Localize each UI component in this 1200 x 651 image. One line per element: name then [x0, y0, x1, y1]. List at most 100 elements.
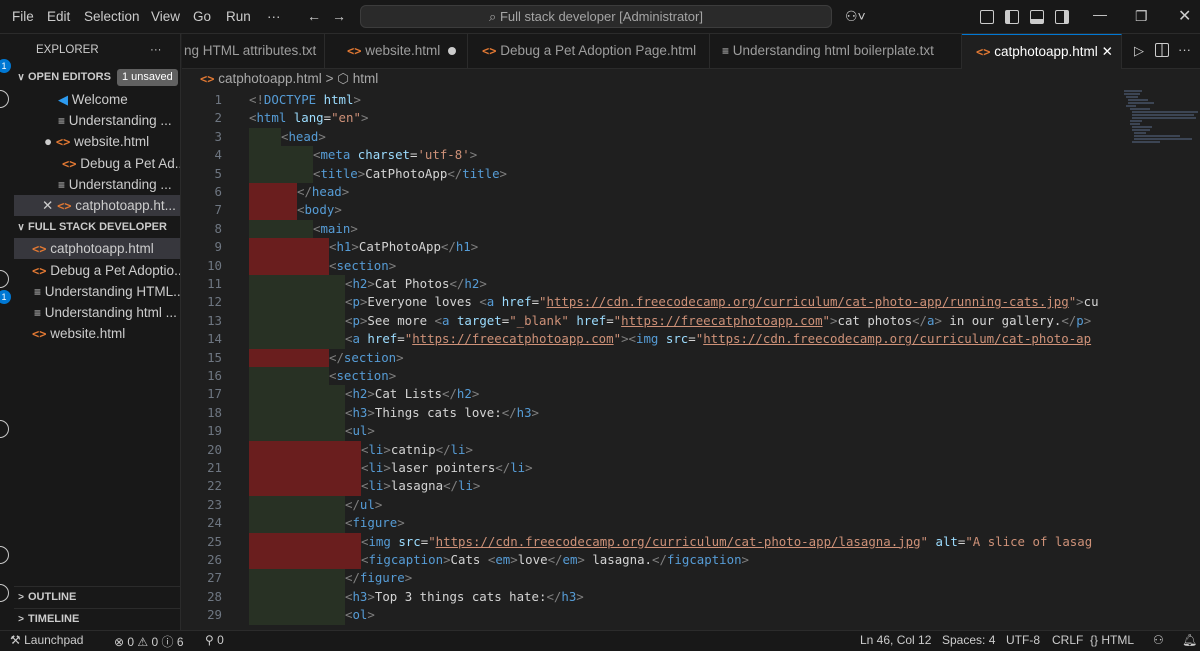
code-line[interactable]: 9 <h1>CatPhotoApp</h1> [182, 238, 1120, 257]
code-line[interactable]: 5 <title>CatPhotoApp</title> [182, 164, 1120, 183]
menu-more[interactable]: ··· [267, 9, 281, 24]
launchpad-label: Launchpad [24, 633, 84, 647]
menu-view[interactable]: View [151, 9, 180, 24]
split-editor-icon[interactable] [1155, 43, 1169, 57]
tab-catphotoapp[interactable]: <> catphotoapp.html ✕ [962, 34, 1122, 69]
code-line[interactable]: 4 <meta charset='utf-8'> [182, 146, 1120, 165]
minimize-icon[interactable]: — [1093, 6, 1107, 22]
code-line[interactable]: 11 <h2>Cat Photos</h2> [182, 275, 1120, 294]
open-editor-item[interactable]: ◀ Welcome [14, 89, 180, 110]
language-mode[interactable]: {} HTML [1090, 633, 1134, 647]
code-line[interactable]: 25 <img src="https://cdn.freecodecamp.org… [182, 532, 1120, 551]
open-editor-item[interactable]: ● <> website.html [14, 131, 180, 152]
code-line[interactable]: 24 <figure> [182, 514, 1120, 533]
toggle-primary-sidebar-icon[interactable] [1005, 10, 1019, 24]
account-activity-icon[interactable] [0, 546, 9, 564]
explorer-title: EXPLORER ··· [14, 40, 180, 61]
close-window-icon[interactable]: ✕ [1178, 6, 1191, 26]
code-line[interactable]: 17 <h2>Cat Lists</h2> [182, 385, 1120, 404]
code-line[interactable]: 26 <figcaption>Cats <em>love</em> lasagna… [182, 551, 1120, 570]
command-center[interactable]: ⌕ Full stack developer [Administrator] [360, 5, 832, 28]
minimap[interactable] [1120, 89, 1200, 630]
tab-html-attributes[interactable]: ng HTML attributes.txt [182, 34, 325, 69]
code-line[interactable]: 19 <ul> [182, 422, 1120, 441]
toggle-panel-icon[interactable] [1030, 10, 1044, 24]
tab-label: Understanding html boilerplate.txt [732, 43, 934, 58]
open-editor-item-active[interactable]: ✕ <> catphotoapp.ht... [14, 195, 180, 216]
code-line[interactable]: 23 </ul> [182, 495, 1120, 515]
launchpad-item[interactable]: ⚒ Launchpad [10, 633, 83, 647]
dirty-dot-icon[interactable]: ● [44, 134, 52, 149]
code-line[interactable]: 6 </head> [182, 183, 1120, 202]
run-icon[interactable]: ▷ [1134, 43, 1144, 59]
outline-header[interactable]: > OUTLINE [14, 586, 180, 607]
file-item-catphotoapp[interactable]: <> catphotoapp.html [14, 238, 180, 259]
tab-website[interactable]: <> website.html [325, 34, 468, 69]
code-line[interactable]: 12 <p>Everyone loves <a href="https://cdn… [182, 293, 1120, 312]
file-item[interactable]: <> Debug a Pet Adoptio... [14, 260, 180, 281]
title-bar: File Edit Selection View Go Run ··· ← → … [0, 0, 1200, 34]
tab-debug-pet-adoption[interactable]: <> Debug a Pet Adoption Page.html [468, 34, 710, 69]
search-activity-icon[interactable] [0, 90, 9, 108]
code-line[interactable]: 7 <body> [182, 201, 1120, 220]
open-editor-label: website.html [74, 134, 150, 149]
activity-bar: 1 1 [0, 34, 14, 630]
code-line[interactable]: 14 <a href="https://freecatphotoapp.com">… [182, 330, 1120, 349]
copilot-icon[interactable]: ⚇˅ [845, 8, 866, 25]
end-of-line[interactable]: CRLF [1052, 633, 1083, 647]
open-editor-item[interactable]: ≡ Understanding ... [14, 174, 180, 195]
code-line[interactable]: 20 <li>catnip</li> [182, 440, 1120, 459]
code-line[interactable]: 16 <section> [182, 367, 1120, 386]
file-item[interactable]: ≡ Understanding HTML... [14, 281, 180, 302]
code-line[interactable]: 18 <h3>Things cats love:</h3> [182, 403, 1120, 423]
folder-header[interactable]: ∨ FULL STACK DEVELOPER [14, 217, 180, 238]
copilot-status-icon[interactable]: ⚇ [1153, 633, 1164, 647]
timeline-header[interactable]: > TIMELINE [14, 608, 180, 629]
menu-file[interactable]: File [12, 9, 34, 24]
code-line[interactable]: 3 <head> [182, 127, 1120, 147]
breadcrumb-symbol[interactable]: html [353, 71, 379, 86]
extensions-activity-icon[interactable] [0, 420, 9, 438]
open-editors-header[interactable]: ∨ OPEN EDITORS 1 unsaved [14, 67, 180, 88]
back-arrow-icon[interactable]: ← [307, 8, 321, 24]
code-line[interactable]: 21 <li>laser pointers</li> [182, 459, 1120, 478]
tab-understanding-boilerplate[interactable]: ≡ Understanding html boilerplate.txt [710, 34, 962, 69]
settings-activity-icon[interactable] [0, 584, 9, 602]
menu-go[interactable]: Go [193, 9, 211, 24]
explorer-more-icon[interactable]: ··· [150, 40, 162, 61]
forward-arrow-icon[interactable]: → [332, 8, 346, 24]
code-editor[interactable]: 1 <!DOCTYPE html> 2 <html lang="en"> 3 <head>… [182, 89, 1120, 630]
problems-item[interactable]: ⊗ 0 ⚠ 0 ⓘ 6 [114, 633, 184, 650]
close-icon[interactable]: ✕ [42, 198, 53, 213]
ports-item[interactable]: ⚲ 0 [205, 633, 224, 647]
open-editor-item[interactable]: ≡ Understanding ... [14, 110, 180, 131]
indentation[interactable]: Spaces: 4 [942, 633, 995, 647]
code-line[interactable]: 27 </figure> [182, 569, 1120, 588]
close-icon[interactable]: ✕ [1102, 44, 1113, 59]
menu-edit[interactable]: Edit [47, 9, 70, 24]
code-line[interactable]: 10 <section> [182, 256, 1120, 275]
code-line[interactable]: 22 <li>lasagna</li> [182, 477, 1120, 496]
encoding[interactable]: UTF-8 [1006, 633, 1040, 647]
restore-icon[interactable]: ❐ [1135, 8, 1148, 25]
menu-selection[interactable]: Selection [84, 9, 140, 24]
code-line[interactable]: 28 <h3>Top 3 things cats hate:</h3> [182, 587, 1120, 607]
notifications-icon[interactable]: 🔔︎ [1182, 633, 1197, 647]
source-control-activity-icon[interactable] [0, 270, 9, 288]
code-line[interactable]: 2 <html lang="en"> [182, 109, 1120, 127]
code-line[interactable]: 1 <!DOCTYPE html> [182, 91, 1120, 109]
open-editor-item[interactable]: <> Debug a Pet Ad... [14, 153, 180, 174]
code-line[interactable]: 13 <p>See more <a target="_blank" href="h… [182, 311, 1120, 331]
file-item[interactable]: ≡ Understanding html ... [14, 302, 180, 323]
cursor-position[interactable]: Ln 46, Col 12 [860, 633, 931, 647]
menu-run[interactable]: Run [226, 9, 251, 24]
more-actions-icon[interactable]: ··· [1178, 42, 1191, 57]
code-line[interactable]: 8 <main> [182, 219, 1120, 239]
file-item[interactable]: <> website.html [14, 323, 180, 344]
breadcrumb-file[interactable]: catphotoapp.html [218, 71, 322, 86]
code-line[interactable]: 15 </section> [182, 348, 1120, 367]
dirty-dot-icon[interactable] [448, 47, 457, 55]
toggle-secondary-sidebar-icon[interactable] [1055, 10, 1069, 24]
code-line[interactable]: 29 <ol> [182, 606, 1120, 625]
customize-layout-icon[interactable] [980, 10, 994, 24]
